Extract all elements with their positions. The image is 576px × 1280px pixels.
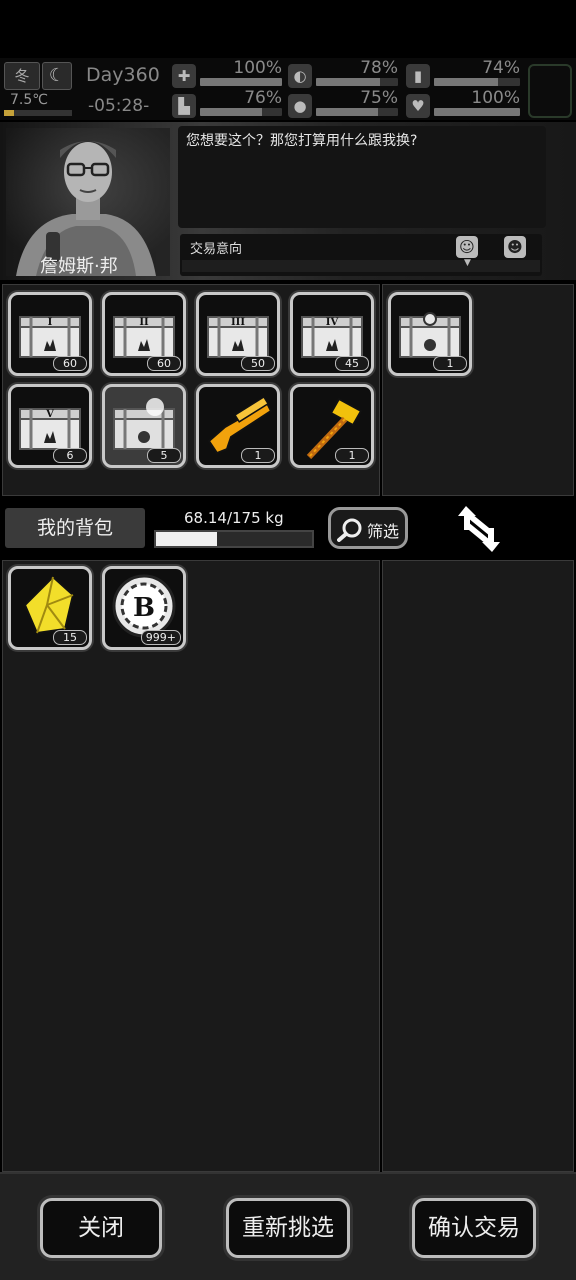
crate-numeral: I bbox=[48, 317, 53, 328]
gold-crystal-icon bbox=[23, 575, 75, 635]
backpack-side-panel bbox=[382, 560, 574, 1172]
crate-icon bbox=[399, 312, 461, 358]
backpack-panel bbox=[2, 560, 380, 1172]
quick-slot[interactable] bbox=[528, 64, 572, 118]
moon-icon: ☾ bbox=[42, 62, 72, 90]
trade-intent-panel: 交易意向 bbox=[180, 234, 542, 276]
stat-hunger: ◐ 78% bbox=[288, 58, 398, 90]
neutral-face-icon: ☺ bbox=[456, 236, 478, 258]
stat-health: ✚ 100% bbox=[172, 58, 282, 90]
crate-icon: V bbox=[19, 408, 81, 450]
swap-arrows-icon[interactable] bbox=[456, 504, 502, 554]
trade-intent-label: 交易意向 bbox=[190, 242, 243, 257]
npc-dialog: 您想要这个？那您打算用什么跟我换? bbox=[178, 126, 546, 228]
boot-icon: ▙ bbox=[172, 94, 196, 118]
crate-icon: III bbox=[207, 316, 269, 358]
clock: -05:28- bbox=[88, 96, 150, 116]
crate-icon: I bbox=[19, 316, 81, 358]
stat-mood: ♥ 100% bbox=[406, 88, 520, 120]
filter-button[interactable]: 筛选 bbox=[328, 507, 408, 549]
trader-item-supply-crate-4[interactable]: IV 45 bbox=[290, 292, 374, 376]
stat-energy: ▮ 74% bbox=[406, 58, 520, 90]
trader-item-supply-crate-5[interactable]: V6 bbox=[8, 384, 92, 468]
heart-icon: ♥ bbox=[406, 94, 430, 118]
stat-stamina: ▙ 76% bbox=[172, 88, 282, 120]
item-count-badge: 999+ bbox=[140, 630, 181, 645]
item-count-badge: 5 bbox=[147, 448, 181, 463]
crate-numeral: V bbox=[45, 409, 54, 420]
season-indicator: 冬 bbox=[4, 62, 40, 90]
crate-icon: II bbox=[113, 316, 175, 358]
item-count-badge: 15 bbox=[53, 630, 87, 645]
trader-item-supply-crate-1[interactable]: I 60 bbox=[8, 292, 92, 376]
temperature-bar bbox=[4, 110, 72, 116]
crate-numeral: II bbox=[139, 317, 149, 328]
weight-label: 68.14/175 kg bbox=[184, 509, 284, 527]
crate-icon: IV bbox=[301, 316, 363, 358]
item-count-badge: 45 bbox=[335, 356, 369, 371]
svg-text:B: B bbox=[133, 593, 155, 623]
backpack-tab[interactable]: 我的背包 bbox=[5, 508, 145, 548]
item-count-badge: 6 bbox=[53, 448, 87, 463]
water-drop-icon: ● bbox=[288, 94, 312, 118]
backpack-item-gold-crystal[interactable]: 15 bbox=[8, 566, 92, 650]
crate-numeral: IV bbox=[326, 317, 339, 328]
filter-label: 筛选 bbox=[367, 522, 400, 541]
trader-item-supply-crate-3[interactable]: III 50 bbox=[196, 292, 280, 376]
item-count-badge: 50 bbox=[241, 356, 275, 371]
intent-marker-icon: ▼ bbox=[464, 258, 471, 268]
stomach-icon: ◐ bbox=[288, 64, 312, 88]
medkit-icon: ✚ bbox=[172, 64, 196, 88]
temperature-label: 7.5℃ bbox=[10, 92, 48, 108]
happy-face-icon: ☻ bbox=[504, 236, 526, 258]
close-button[interactable]: 关闭 bbox=[40, 1198, 162, 1258]
stat-thirst: ● 75% bbox=[288, 88, 398, 120]
trader-item-supply-crate-2[interactable]: II 60 bbox=[102, 292, 186, 376]
search-icon bbox=[337, 518, 362, 542]
item-count-badge: 1 bbox=[241, 448, 275, 463]
item-count-badge: 60 bbox=[53, 356, 87, 371]
day-counter: Day360 bbox=[86, 64, 160, 86]
crate-numeral: III bbox=[231, 317, 245, 328]
battery-icon: ▮ bbox=[406, 64, 430, 88]
backpack-item-b-coin[interactable]: B 999+ bbox=[102, 566, 186, 650]
item-count-badge: 1 bbox=[335, 448, 369, 463]
trader-item-golden-shotgun[interactable]: 1 bbox=[196, 384, 280, 468]
trader-item-golden-hammer[interactable]: 1 bbox=[290, 384, 374, 468]
offer-item-special-crate[interactable]: 1 bbox=[388, 292, 472, 376]
reselect-button[interactable]: 重新挑选 bbox=[226, 1198, 350, 1258]
item-count-badge: 1 bbox=[433, 356, 467, 371]
crate-icon bbox=[113, 398, 175, 450]
trader-item-special-crate[interactable]: 5 bbox=[102, 384, 186, 468]
item-count-badge: 60 bbox=[147, 356, 181, 371]
weight-bar bbox=[154, 530, 314, 548]
trade-intent-bar bbox=[182, 260, 540, 272]
confirm-trade-button[interactable]: 确认交易 bbox=[412, 1198, 536, 1258]
npc-name: 詹姆斯·邦 bbox=[40, 256, 118, 277]
